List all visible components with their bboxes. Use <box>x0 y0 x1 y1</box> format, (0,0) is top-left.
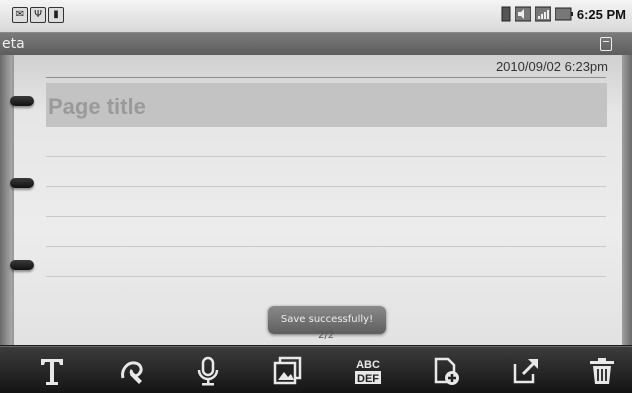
ruled-line <box>46 276 606 277</box>
trash-icon <box>590 358 614 384</box>
ruled-line <box>46 186 606 187</box>
divider <box>46 77 606 78</box>
menu-icon[interactable] <box>600 37 612 51</box>
battery-icon <box>554 7 573 21</box>
add-page-icon <box>434 357 459 385</box>
pen-icon <box>121 361 143 384</box>
ruled-line <box>46 216 606 217</box>
svg-text:ABC: ABC <box>356 359 380 371</box>
text-icon <box>41 359 63 385</box>
sim-icon <box>501 6 511 22</box>
ruled-line <box>46 156 606 157</box>
ruled-line <box>46 246 606 247</box>
notification-icons: ✉ Ψ ▮ <box>12 7 64 23</box>
picture-icon <box>273 356 302 385</box>
mute-icon <box>514 6 531 22</box>
clock: 6:25 PM <box>576 6 626 22</box>
delete-tool-button[interactable] <box>578 353 626 389</box>
mail-icon: ✉ <box>12 7 28 23</box>
bottom-toolbar: ABC DEF <box>0 346 632 393</box>
microphone-icon <box>197 356 219 386</box>
status-bar: ✉ Ψ ▮ 6:25 PM <box>0 0 632 33</box>
binder-ring <box>10 260 34 270</box>
keyboard-tool-button[interactable]: ABC DEF <box>344 353 392 389</box>
voice-tool-button[interactable] <box>184 353 232 389</box>
app-title: eta <box>2 36 25 52</box>
sd-card-icon: ▮ <box>48 7 64 23</box>
binder-ring <box>10 178 34 188</box>
svg-text:DEF: DEF <box>357 373 379 385</box>
usb-icon: Ψ <box>30 7 46 23</box>
system-icons: 6:25 PM <box>501 6 626 22</box>
export-icon <box>513 359 538 384</box>
binder-ring <box>10 96 34 106</box>
text-tool-button[interactable] <box>28 353 76 389</box>
page-indicator: 2/2 <box>318 330 335 341</box>
handwriting-tool-button[interactable] <box>108 353 156 389</box>
image-tool-button[interactable] <box>264 353 312 389</box>
page-title-field[interactable]: Page title <box>48 94 146 120</box>
signal-icon <box>534 6 551 22</box>
new-page-tool-button[interactable] <box>422 353 470 389</box>
app-title-bar: eta <box>0 33 632 55</box>
export-tool-button[interactable] <box>502 353 550 389</box>
abc-def-icon: ABC DEF <box>355 359 381 385</box>
page-timestamp: 2010/09/02 6:23pm <box>495 59 608 74</box>
